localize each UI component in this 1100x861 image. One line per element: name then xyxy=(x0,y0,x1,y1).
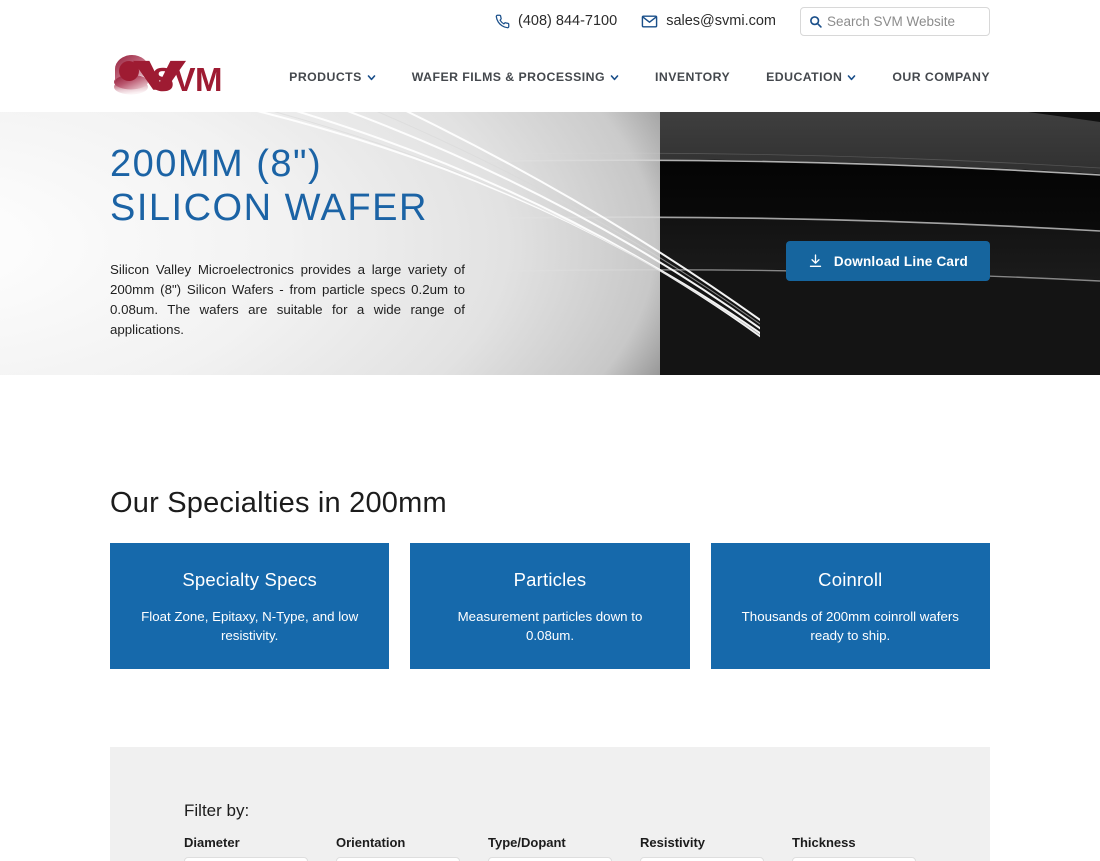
nav-item-our-company[interactable]: OUR COMPANY xyxy=(892,70,990,84)
site-header: SVM PRODUCTS WAFER FILMS & PROCESSING IN… xyxy=(0,42,1100,112)
filter-row: Diameter Select Orientation Select Type/… xyxy=(184,835,916,861)
nav-label: OUR COMPANY xyxy=(892,70,990,84)
card-title: Specialty Specs xyxy=(182,569,317,590)
hero-content: 200MM (8") SILICON WAFER Silicon Valley … xyxy=(110,142,490,340)
filter-heading: Filter by: xyxy=(184,801,250,820)
search-placeholder: Search SVM Website xyxy=(827,13,956,29)
resistivity-select[interactable]: Select xyxy=(640,857,764,861)
nav-item-education[interactable]: EDUCATION xyxy=(766,70,856,84)
envelope-icon xyxy=(641,13,658,30)
orientation-select[interactable]: Select xyxy=(336,857,460,861)
filter-label: Thickness xyxy=(792,835,856,850)
specialty-card[interactable]: Particles Measurement particles down to … xyxy=(410,543,690,669)
specialties-section: Our Specialties in 200mm Specialty Specs… xyxy=(0,375,1100,669)
nav-label: PRODUCTS xyxy=(289,70,362,84)
type-dopant-select[interactable]: Select xyxy=(488,857,612,861)
filter-field-diameter: Diameter Select xyxy=(184,835,308,861)
download-label: Download Line Card xyxy=(833,253,968,269)
filter-field-resistivity: Resistivity Select xyxy=(640,835,764,861)
utility-bar: (408) 844-7100 sales@svmi.com Search SVM… xyxy=(0,0,1100,42)
email-address: sales@svmi.com xyxy=(666,13,776,29)
filter-label: Resistivity xyxy=(640,835,706,850)
card-description: Float Zone, Epitaxy, N-Type, and low res… xyxy=(141,609,359,643)
download-icon xyxy=(809,254,822,267)
filter-field-type-dopant: Type/Dopant Select xyxy=(488,835,612,861)
specialty-card-list: Specialty Specs Float Zone, Epitaxy, N-T… xyxy=(110,543,990,669)
email-link[interactable]: sales@svmi.com xyxy=(641,13,776,30)
phone-number: (408) 844-7100 xyxy=(518,13,618,29)
svm-logo-graphic: SVM xyxy=(114,55,223,98)
hero-description: Silicon Valley Microelectronics provides… xyxy=(110,262,465,337)
nav-label: INVENTORY xyxy=(655,70,731,84)
section-title: Our Specialties in 200mm xyxy=(110,487,447,519)
specialty-card[interactable]: Coinroll Thousands of 200mm coinroll waf… xyxy=(710,543,990,669)
filter-field-orientation: Orientation Select xyxy=(336,835,460,861)
main-navigation: PRODUCTS WAFER FILMS & PROCESSING INVENT… xyxy=(289,70,990,84)
nav-label: WAFER FILMS & PROCESSING xyxy=(411,70,605,84)
hero-title: 200MM (8") SILICON WAFER xyxy=(110,143,428,229)
card-title: Coinroll xyxy=(818,569,883,590)
chevron-down-icon xyxy=(848,74,856,80)
nav-label: EDUCATION xyxy=(766,70,843,84)
diameter-select[interactable]: Select xyxy=(184,857,308,861)
filter-field-thickness: Thickness Select xyxy=(792,835,916,861)
thickness-select[interactable]: Select xyxy=(792,857,916,861)
specialty-card[interactable]: Specialty Specs Float Zone, Epitaxy, N-T… xyxy=(110,543,390,669)
nav-item-inventory[interactable]: INVENTORY xyxy=(655,70,730,84)
filter-label: Diameter xyxy=(184,835,240,850)
site-logo[interactable]: SVM xyxy=(110,54,255,100)
filter-panel: Filter by: Diameter Select Orientation S… xyxy=(110,747,990,861)
chevron-down-icon xyxy=(610,74,619,80)
card-description: Thousands of 200mm coinroll wafers ready… xyxy=(741,609,959,643)
card-description: Measurement particles down to 0.08um. xyxy=(457,609,643,643)
filter-label: Orientation xyxy=(336,835,406,850)
download-line-card-button[interactable]: Download Line Card xyxy=(785,241,990,281)
nav-item-wafer-films-processing[interactable]: WAFER FILMS & PROCESSING xyxy=(412,70,619,84)
filter-label: Type/Dopant xyxy=(488,835,566,850)
chevron-down-icon xyxy=(367,74,376,80)
svg-text:SVM: SVM xyxy=(152,61,222,98)
phone-icon xyxy=(495,14,510,29)
phone-link[interactable]: (408) 844-7100 xyxy=(495,13,617,29)
search-icon xyxy=(809,15,822,28)
search-input[interactable]: Search SVM Website xyxy=(800,6,990,36)
card-title: Particles xyxy=(513,569,587,590)
nav-item-products[interactable]: PRODUCTS xyxy=(289,70,376,84)
